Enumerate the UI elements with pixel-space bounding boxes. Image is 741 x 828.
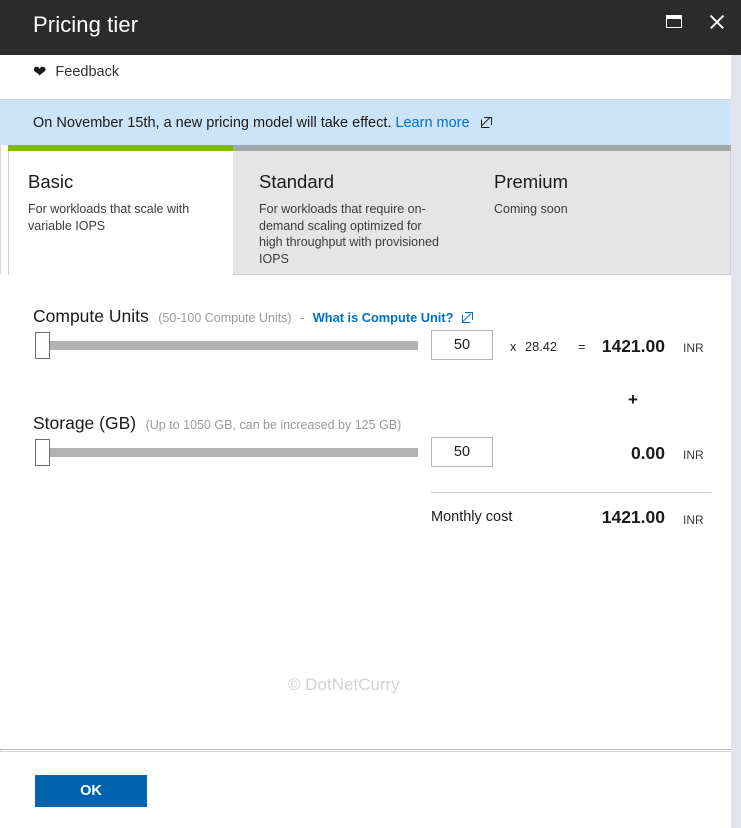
feedback-button[interactable]: ❤ Feedback (33, 64, 120, 81)
compute-units-slider-track[interactable] (45, 341, 418, 350)
compute-units-separator: - (300, 311, 305, 325)
storage-header: Storage (GB) (Up to 1050 GB, can be incr… (33, 413, 401, 434)
what-is-compute-unit-link[interactable]: What is Compute Unit? (313, 310, 454, 325)
storage-slider-thumb[interactable] (35, 439, 50, 466)
external-link-icon[interactable] (461, 312, 473, 323)
maximize-icon (666, 14, 682, 28)
compute-cost-amount: 1421.00 (601, 336, 665, 356)
page-title: Pricing tier (33, 12, 139, 37)
feedback-label: Feedback (55, 64, 120, 80)
watermark: © DotNetCurry (288, 675, 400, 694)
pricing-tier-tabs: Basic For workloads that scale with vari… (0, 145, 731, 275)
tab-standard-label: Standard (259, 171, 335, 192)
window-controls (661, 4, 729, 38)
pricing-content: Compute Units (50-100 Compute Units) - W… (0, 275, 731, 750)
storage-hint: (Up to 1050 GB, can be increased by 125 … (145, 418, 402, 432)
tab-premium-label: Premium (494, 171, 569, 192)
banner-message: On November 15th, a new pricing model wi… (33, 114, 392, 131)
learn-more-link[interactable]: Learn more (395, 115, 469, 131)
storage-cost-currency: INR (683, 448, 704, 462)
banner-content: On November 15th, a new pricing model wi… (33, 115, 492, 131)
compute-units-slider[interactable] (33, 331, 418, 359)
right-edge-rail (731, 55, 741, 828)
storage-title: Storage (GB) (33, 413, 137, 433)
maximize-button[interactable] (661, 8, 687, 34)
feedback-bar: ❤ Feedback (0, 55, 731, 100)
blade-footer: OK (0, 751, 731, 828)
monthly-cost-currency: INR (683, 513, 704, 527)
tab-basic-description: For workloads that scale with variable I… (28, 202, 190, 233)
storage-cost-amount: 0.00 (630, 443, 665, 463)
storage-value-input[interactable] (431, 437, 493, 467)
plus-symbol: + (628, 390, 638, 409)
compute-units-hint: (50-100 Compute Units) (158, 311, 292, 325)
ok-button[interactable]: OK (35, 775, 147, 807)
storage-slider[interactable] (33, 438, 418, 466)
tab-basic[interactable]: Basic For workloads that scale with vari… (8, 151, 233, 275)
compute-units-value-input[interactable] (431, 330, 493, 360)
title-bar: Pricing tier (0, 0, 741, 55)
compute-units-title: Compute Units (33, 306, 149, 326)
tab-premium[interactable]: Premium Coming soon (463, 151, 693, 275)
monthly-cost-amount: 1421.00 (601, 507, 665, 527)
tab-premium-description: Coming soon (494, 202, 568, 217)
compute-multiply-symbol: x (510, 340, 517, 354)
compute-unit-rate: 28.42 (525, 339, 558, 354)
tab-basic-label: Basic (28, 171, 74, 192)
pricing-notice-banner: On November 15th, a new pricing model wi… (0, 100, 731, 145)
heart-icon: ❤ (33, 64, 47, 81)
tab-standard[interactable]: Standard For workloads that require on-d… (233, 151, 463, 275)
close-icon (708, 13, 725, 30)
external-link-icon[interactable] (480, 116, 492, 128)
compute-units-slider-thumb[interactable] (35, 332, 50, 359)
total-divider (431, 492, 711, 493)
compute-cost-currency: INR (683, 341, 704, 355)
storage-slider-track[interactable] (45, 448, 418, 457)
pricing-tier-blade: Pricing tier ❤ Feedback On November 15th… (0, 0, 741, 828)
tab-standard-description: For workloads that require on-demand sca… (259, 202, 439, 266)
monthly-cost-label: Monthly cost (431, 509, 513, 525)
compute-units-header: Compute Units (50-100 Compute Units) - W… (33, 306, 473, 327)
close-button[interactable] (703, 8, 729, 34)
